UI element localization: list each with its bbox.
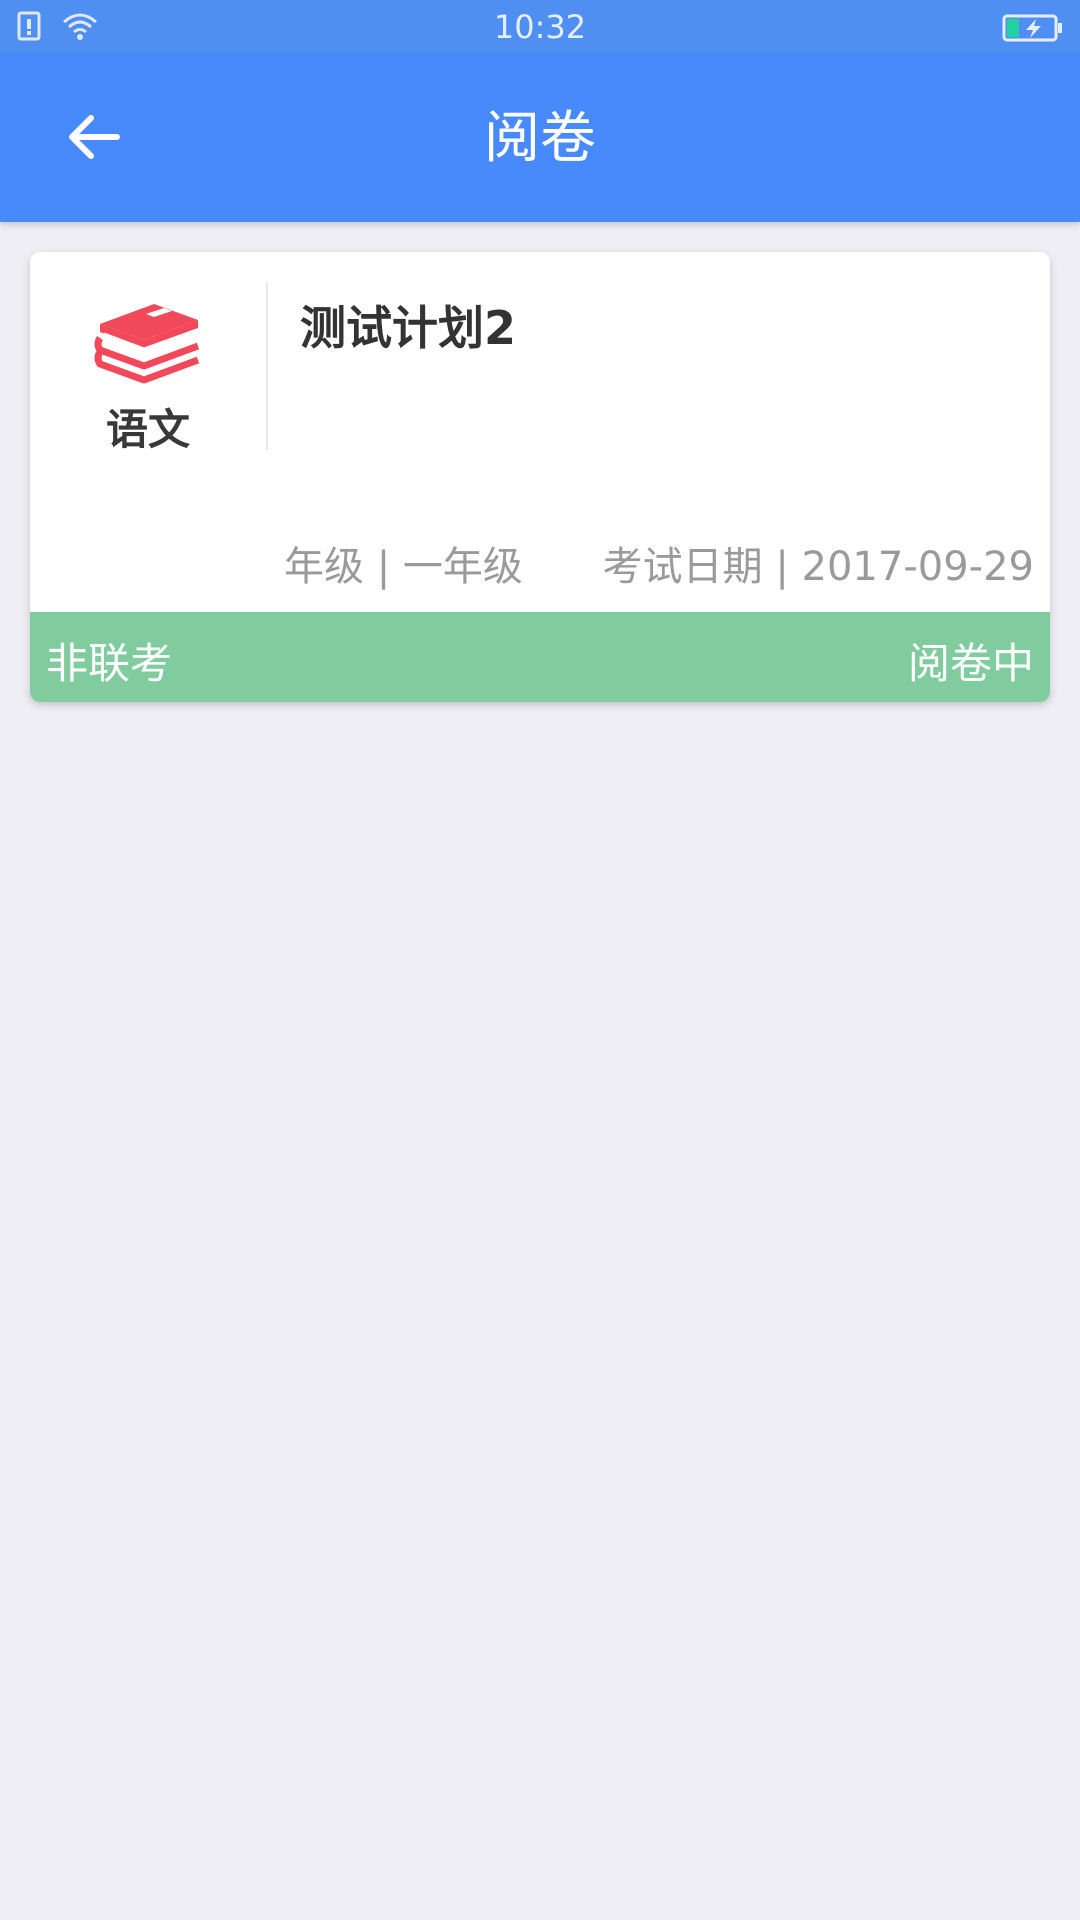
exam-date-info: 考试日期 | 2017-09-29 xyxy=(602,544,1034,590)
status-bar: 10:32 xyxy=(0,0,1080,54)
exam-card[interactable]: 语文 测试计划2 年级 | 一年级 考试日期 | 2017-09-29 非联考 … xyxy=(30,252,1050,702)
book-stack-icon xyxy=(94,294,202,388)
app-bar: 阅卷 xyxy=(0,54,1080,222)
grade-info: 年级 | 一年级 xyxy=(284,544,523,590)
page-title: 阅卷 xyxy=(484,106,596,171)
status-label: 阅卷中 xyxy=(907,639,1034,688)
subject-column: 语文 xyxy=(30,252,266,454)
status-time: 10:32 xyxy=(493,8,587,46)
battery-charging-icon xyxy=(1002,14,1064,46)
plan-title: 测试计划2 xyxy=(300,301,517,355)
subject-label: 语文 xyxy=(105,405,190,454)
vertical-divider xyxy=(266,282,268,450)
exam-type-label: 非联考 xyxy=(46,639,173,688)
card-footer: 非联考 阅卷中 xyxy=(30,612,1050,702)
